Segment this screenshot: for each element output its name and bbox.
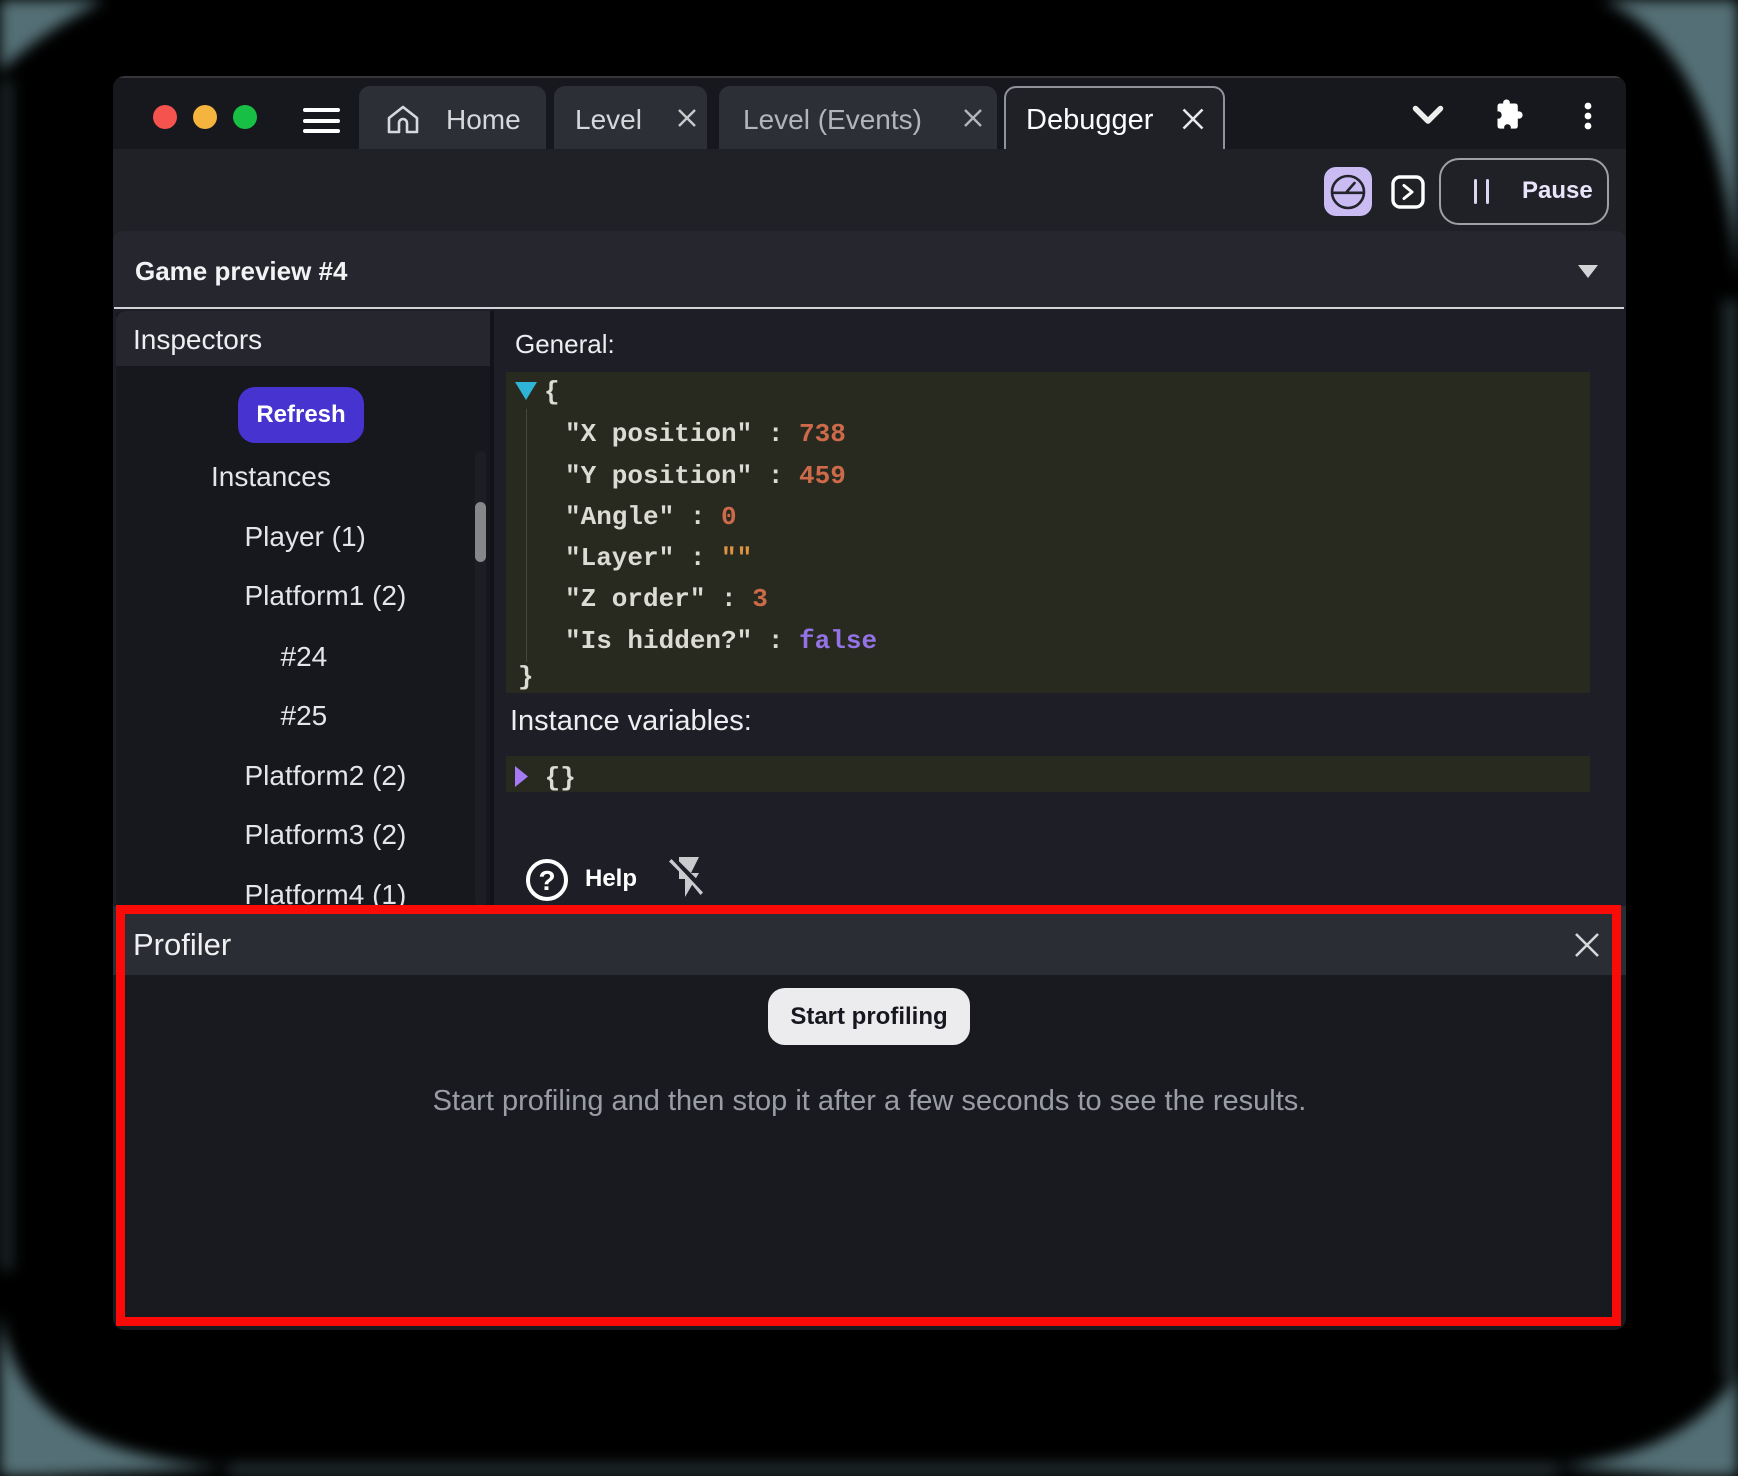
svg-text:?: ?	[538, 865, 555, 896]
